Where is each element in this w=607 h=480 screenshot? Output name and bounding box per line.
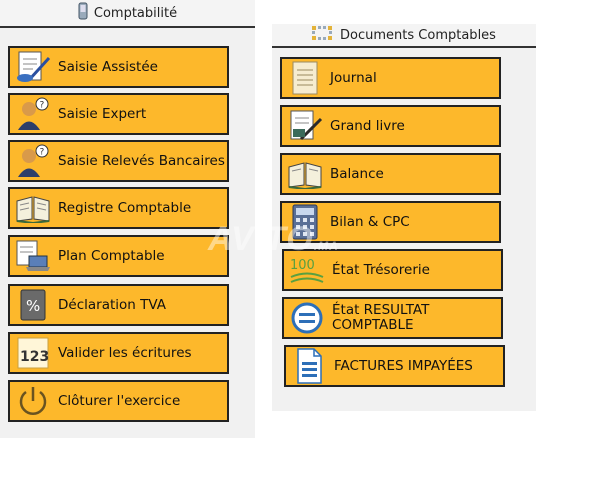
documents-comptables-panel: Documents Comptables Journal Grand livre…: [272, 24, 536, 411]
registre-comptable-label: Registre Comptable: [58, 199, 192, 216]
saisie-expert-button[interactable]: ? Saisie Expert: [8, 93, 229, 135]
saisie-assistee-button[interactable]: Saisie Assistée: [8, 46, 229, 88]
svg-text:?: ?: [40, 148, 45, 158]
plan-comptable-label: Plan Comptable: [58, 247, 165, 264]
etat-tresorerie-button[interactable]: 100 État Trésorerie: [282, 249, 503, 291]
saisie-releves-bancaires-button[interactable]: ? Saisie Relevés Bancaires: [8, 140, 229, 182]
document-pen-icon: [14, 49, 52, 85]
valider-ecritures-button[interactable]: 123 Valider les écritures: [8, 332, 229, 374]
documents-comptables-header: Documents Comptables: [272, 24, 536, 48]
etat-tresorerie-label: État Trésorerie: [332, 261, 430, 278]
person-question-icon: ?: [14, 96, 52, 132]
power-icon: [14, 383, 52, 419]
svg-text:123: 123: [20, 349, 49, 365]
numbers-123-icon: 123: [14, 335, 52, 371]
bilan-cpc-label: Bilan & CPC: [330, 213, 410, 230]
journal-button[interactable]: Journal: [280, 57, 501, 99]
plan-comptable-button[interactable]: Plan Comptable: [8, 235, 229, 277]
valider-ecritures-label: Valider les écritures: [58, 344, 192, 361]
factures-impayees-button[interactable]: FACTURES IMPAYÉES: [284, 345, 505, 387]
saisie-assistee-label: Saisie Assistée: [58, 58, 158, 75]
saisie-releves-bancaires-label: Saisie Relevés Bancaires: [58, 152, 225, 169]
svg-text:100: 100: [290, 258, 315, 273]
svg-text:%: %: [26, 297, 40, 315]
svg-text:?: ?: [40, 101, 45, 111]
document-laptop-icon: [14, 238, 52, 274]
declaration-tva-label: Déclaration TVA: [58, 296, 166, 313]
declaration-tva-button[interactable]: % Déclaration TVA: [8, 284, 229, 326]
documents-comptables-title: Documents Comptables: [340, 27, 496, 43]
cloturer-exercice-button[interactable]: Clôturer l'exercice: [8, 380, 229, 422]
comptabilite-panel: Comptabilité Saisie Assistée ? Saisie Ex…: [0, 0, 255, 438]
phone-icon: [78, 2, 88, 24]
comptabilite-title: Comptabilité: [93, 5, 178, 21]
open-book-icon: [14, 190, 52, 226]
document-pen-icon: [286, 108, 324, 144]
cloturer-exercice-label: Clôturer l'exercice: [58, 392, 181, 409]
document-lines-icon: [290, 348, 328, 384]
grid-dots-icon: [312, 26, 334, 44]
etat-resultat-comptable-label: État RESULTAT COMPTABLE: [332, 302, 430, 333]
grand-livre-label: Grand livre: [330, 117, 405, 134]
journal-label: Journal: [330, 69, 377, 86]
equals-circle-icon: [288, 300, 326, 336]
notepad-icon: [286, 60, 324, 96]
balance-button[interactable]: Balance: [280, 153, 501, 195]
calculator-icon: [286, 204, 324, 240]
open-book-icon: [286, 156, 324, 192]
registre-comptable-button[interactable]: Registre Comptable: [8, 187, 229, 229]
money-100-icon: 100: [288, 252, 326, 288]
percent-icon: %: [14, 287, 52, 323]
person-question-icon: ?: [14, 143, 52, 179]
factures-impayees-label: FACTURES IMPAYÉES: [334, 357, 473, 374]
balance-label: Balance: [330, 165, 384, 182]
bilan-cpc-button[interactable]: Bilan & CPC: [280, 201, 501, 243]
etat-resultat-comptable-button[interactable]: État RESULTAT COMPTABLE: [282, 297, 503, 339]
saisie-expert-label: Saisie Expert: [58, 105, 147, 122]
grand-livre-button[interactable]: Grand livre: [280, 105, 501, 147]
comptabilite-header: Comptabilité: [0, 0, 255, 28]
